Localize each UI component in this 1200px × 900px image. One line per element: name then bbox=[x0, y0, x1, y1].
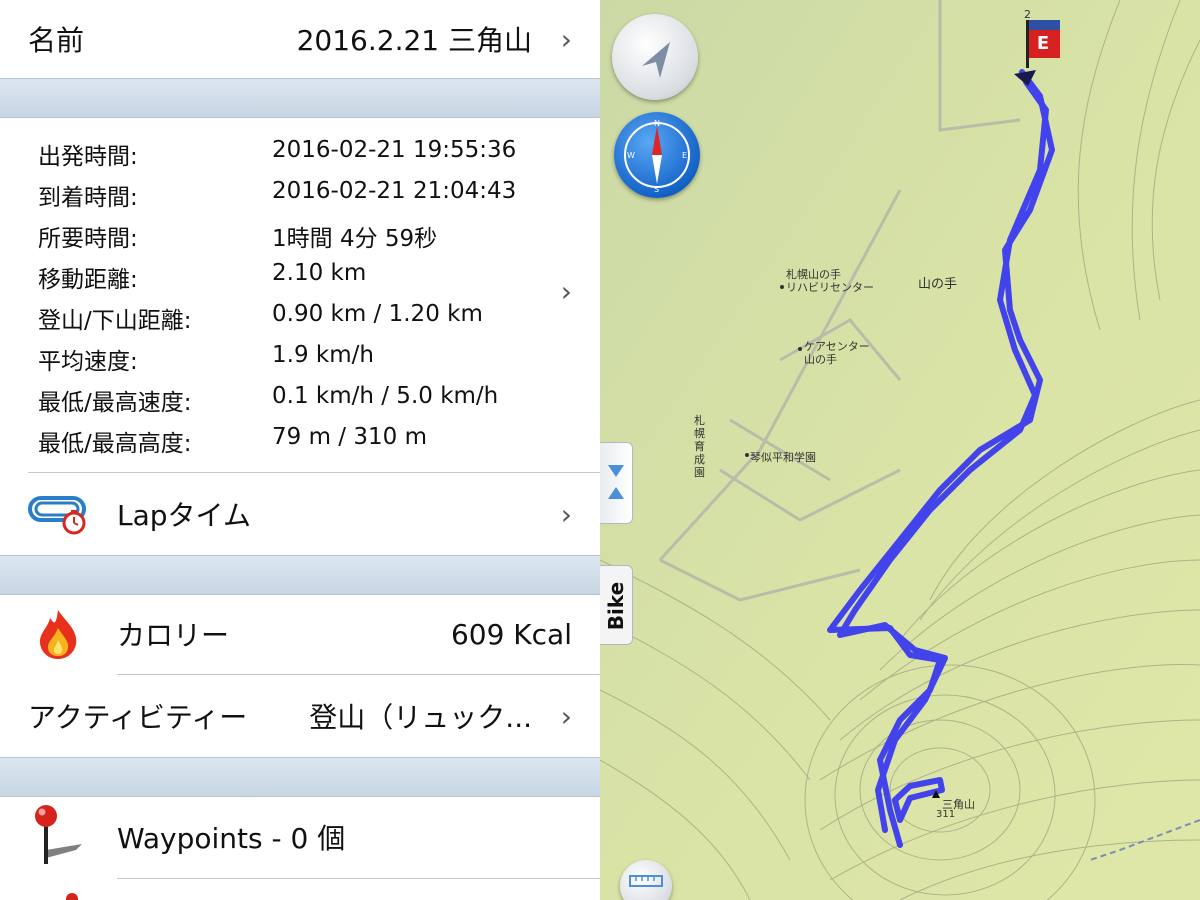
stat-value: 2016-02-21 19:55:36 bbox=[272, 137, 517, 163]
map-label: 園 bbox=[694, 466, 705, 479]
stat-label: 所要時間: bbox=[38, 226, 138, 252]
section-separator bbox=[0, 555, 600, 595]
compass-icon: N W E S bbox=[624, 119, 690, 194]
stats-row[interactable]: 出発時間: 2016-02-21 19:55:36 到着時間: 2016-02-… bbox=[0, 117, 600, 472]
map-label: 琴似平和学園 bbox=[750, 451, 816, 464]
bike-tab[interactable]: Bike bbox=[600, 565, 633, 645]
svg-text:W: W bbox=[627, 151, 635, 160]
calorie-label: カロリー bbox=[117, 619, 230, 652]
lap-time-label: Lapタイム bbox=[117, 499, 251, 532]
end-flag-marker[interactable]: 2 E bbox=[1024, 8, 1064, 68]
stat-label: 最低/最高速度: bbox=[38, 390, 192, 416]
locate-button[interactable] bbox=[612, 14, 698, 100]
compass-button[interactable]: N W E S bbox=[614, 112, 700, 198]
bike-tab-label: Bike bbox=[604, 581, 628, 631]
ruler-button[interactable] bbox=[620, 860, 672, 900]
stat-value: 0.90 km / 1.20 km bbox=[272, 301, 483, 327]
panel-toggle-button[interactable] bbox=[600, 442, 633, 524]
stat-value: 1時間 4分 59秒 bbox=[272, 226, 438, 252]
chevron-right-icon: › bbox=[560, 22, 572, 56]
stat-value: 2.10 km bbox=[272, 260, 367, 286]
svg-text:N: N bbox=[654, 119, 660, 128]
stat-label: 平均速度: bbox=[38, 349, 138, 375]
svg-text:S: S bbox=[654, 185, 659, 194]
stat-value: 0.1 km/h / 5.0 km/h bbox=[272, 383, 499, 409]
navigation-arrow-icon bbox=[642, 42, 670, 78]
map-view[interactable]: 札幌山の手 リハビリセンター 山の手 ケアセンター 山の手 札 幌 育 成 園 … bbox=[600, 0, 1200, 900]
pin-icon bbox=[66, 893, 78, 900]
name-row[interactable]: 名前 2016.2.21 三角山 › bbox=[0, 0, 600, 78]
chevron-right-icon: › bbox=[560, 699, 572, 733]
track-detail-panel: 名前 2016.2.21 三角山 › 出発時間: 2016-02-21 19:5… bbox=[0, 0, 600, 900]
name-value: 2016.2.21 三角山 bbox=[296, 24, 532, 57]
summit-elevation: 311 bbox=[936, 809, 956, 820]
end-marker-label: E bbox=[1026, 30, 1060, 58]
map-label: 山の手 bbox=[804, 353, 837, 366]
calorie-value: 609 Kcal bbox=[450, 617, 572, 651]
activity-label: アクティビティー bbox=[28, 701, 248, 734]
chevron-down-icon bbox=[608, 465, 624, 477]
stat-value: 2016-02-21 21:04:43 bbox=[272, 178, 517, 204]
ruler-icon bbox=[629, 875, 663, 887]
activity-value: 登山（リュック... bbox=[309, 701, 532, 734]
svg-text:E: E bbox=[682, 151, 687, 160]
lap-time-row[interactable]: Lapタイム › bbox=[0, 473, 600, 555]
stat-label: 登山/下山距離: bbox=[38, 308, 192, 334]
stat-value: 1.9 km/h bbox=[272, 342, 374, 368]
stat-label: 出発時間: bbox=[38, 144, 138, 170]
stat-label: 最低/最高高度: bbox=[38, 431, 192, 457]
waypoints-row[interactable]: Waypoints - 0 個 bbox=[0, 796, 600, 878]
activity-row[interactable]: アクティビティー 登山（リュック... › bbox=[0, 675, 600, 757]
pin-icon bbox=[26, 804, 86, 868]
calorie-row: カロリー 609 Kcal bbox=[0, 594, 600, 674]
chevron-up-icon bbox=[608, 487, 624, 499]
waypoints-label: Waypoints - 0 個 bbox=[117, 822, 346, 855]
stat-label: 到着時間: bbox=[38, 185, 138, 211]
lap-icon bbox=[28, 493, 88, 537]
section-separator bbox=[0, 757, 600, 797]
divider bbox=[117, 878, 600, 879]
map-label: 山の手 bbox=[918, 277, 958, 292]
section-separator bbox=[0, 78, 600, 118]
map-label: リハビリセンター bbox=[786, 281, 874, 294]
chevron-right-icon: › bbox=[560, 497, 572, 531]
stat-label: 移動距離: bbox=[38, 267, 138, 293]
name-label: 名前 bbox=[28, 24, 85, 57]
flame-icon bbox=[36, 608, 80, 660]
stat-value: 79 m / 310 m bbox=[272, 424, 427, 450]
chevron-right-icon: › bbox=[560, 275, 572, 308]
